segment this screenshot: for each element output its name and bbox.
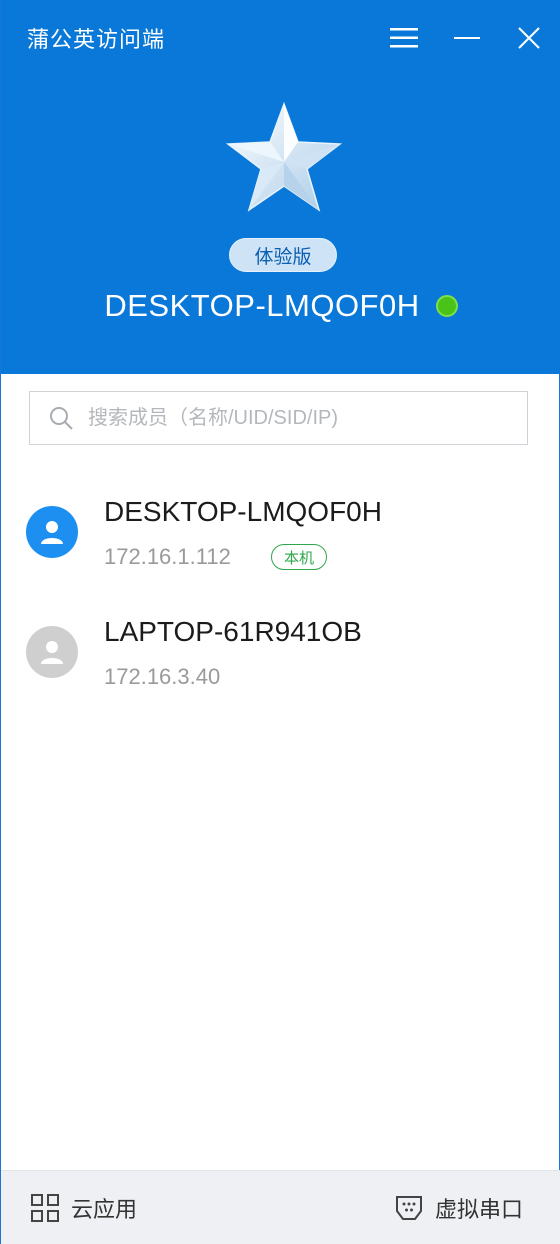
hamburger-icon (390, 28, 418, 48)
device-name: DESKTOP-LMQOF0H (104, 288, 420, 323)
search-input[interactable] (88, 406, 508, 430)
close-icon (518, 27, 540, 49)
member-ip: 172.16.1.112 (104, 544, 231, 569)
close-button[interactable] (511, 20, 547, 56)
cloud-apps-button[interactable]: 云应用 (31, 1189, 137, 1227)
member-ip: 172.16.3.40 (104, 664, 221, 689)
member-name: DESKTOP-LMQOF0H (104, 496, 382, 527)
member-item[interactable]: LAPTOP-61R941OB 172.16.3.40 (1, 598, 560, 708)
user-icon (41, 521, 63, 544)
online-status-dot (435, 295, 458, 317)
star-logo-icon (225, 102, 343, 212)
search-icon (50, 407, 73, 430)
virtual-serial-label: 虚拟串口 (435, 1198, 524, 1223)
member-item[interactable]: DESKTOP-LMQOF0H 172.16.1.112 本机 (1, 478, 560, 588)
member-search[interactable] (29, 391, 528, 445)
header: 蒲公英访问端 体验版 DESKTOP-LMQOF0H (1, 0, 560, 374)
current-device: DESKTOP-LMQOF0H (1, 282, 560, 330)
virtual-serial-button[interactable]: 虚拟串口 (395, 1189, 523, 1227)
footer-bar: 云应用 虚拟串口 (1, 1170, 560, 1244)
edition-badge: 体验版 (229, 238, 337, 272)
app-window: 蒲公英访问端 体验版 DESKTOP-LMQOF0H 搜索成员（名称/UID/S… (0, 0, 560, 1244)
avatar (26, 626, 78, 678)
menu-button[interactable] (386, 20, 422, 56)
user-icon (41, 641, 63, 664)
minimize-icon (454, 37, 480, 39)
minimize-button[interactable] (449, 20, 485, 56)
cloud-apps-label: 云应用 (71, 1198, 138, 1223)
serial-port-icon (396, 1196, 422, 1220)
avatar (26, 506, 78, 558)
member-name: LAPTOP-61R941OB (104, 616, 362, 647)
app-title: 蒲公英访问端 (27, 28, 166, 53)
grid-icon (31, 1194, 59, 1222)
local-device-tag: 本机 (271, 544, 327, 570)
